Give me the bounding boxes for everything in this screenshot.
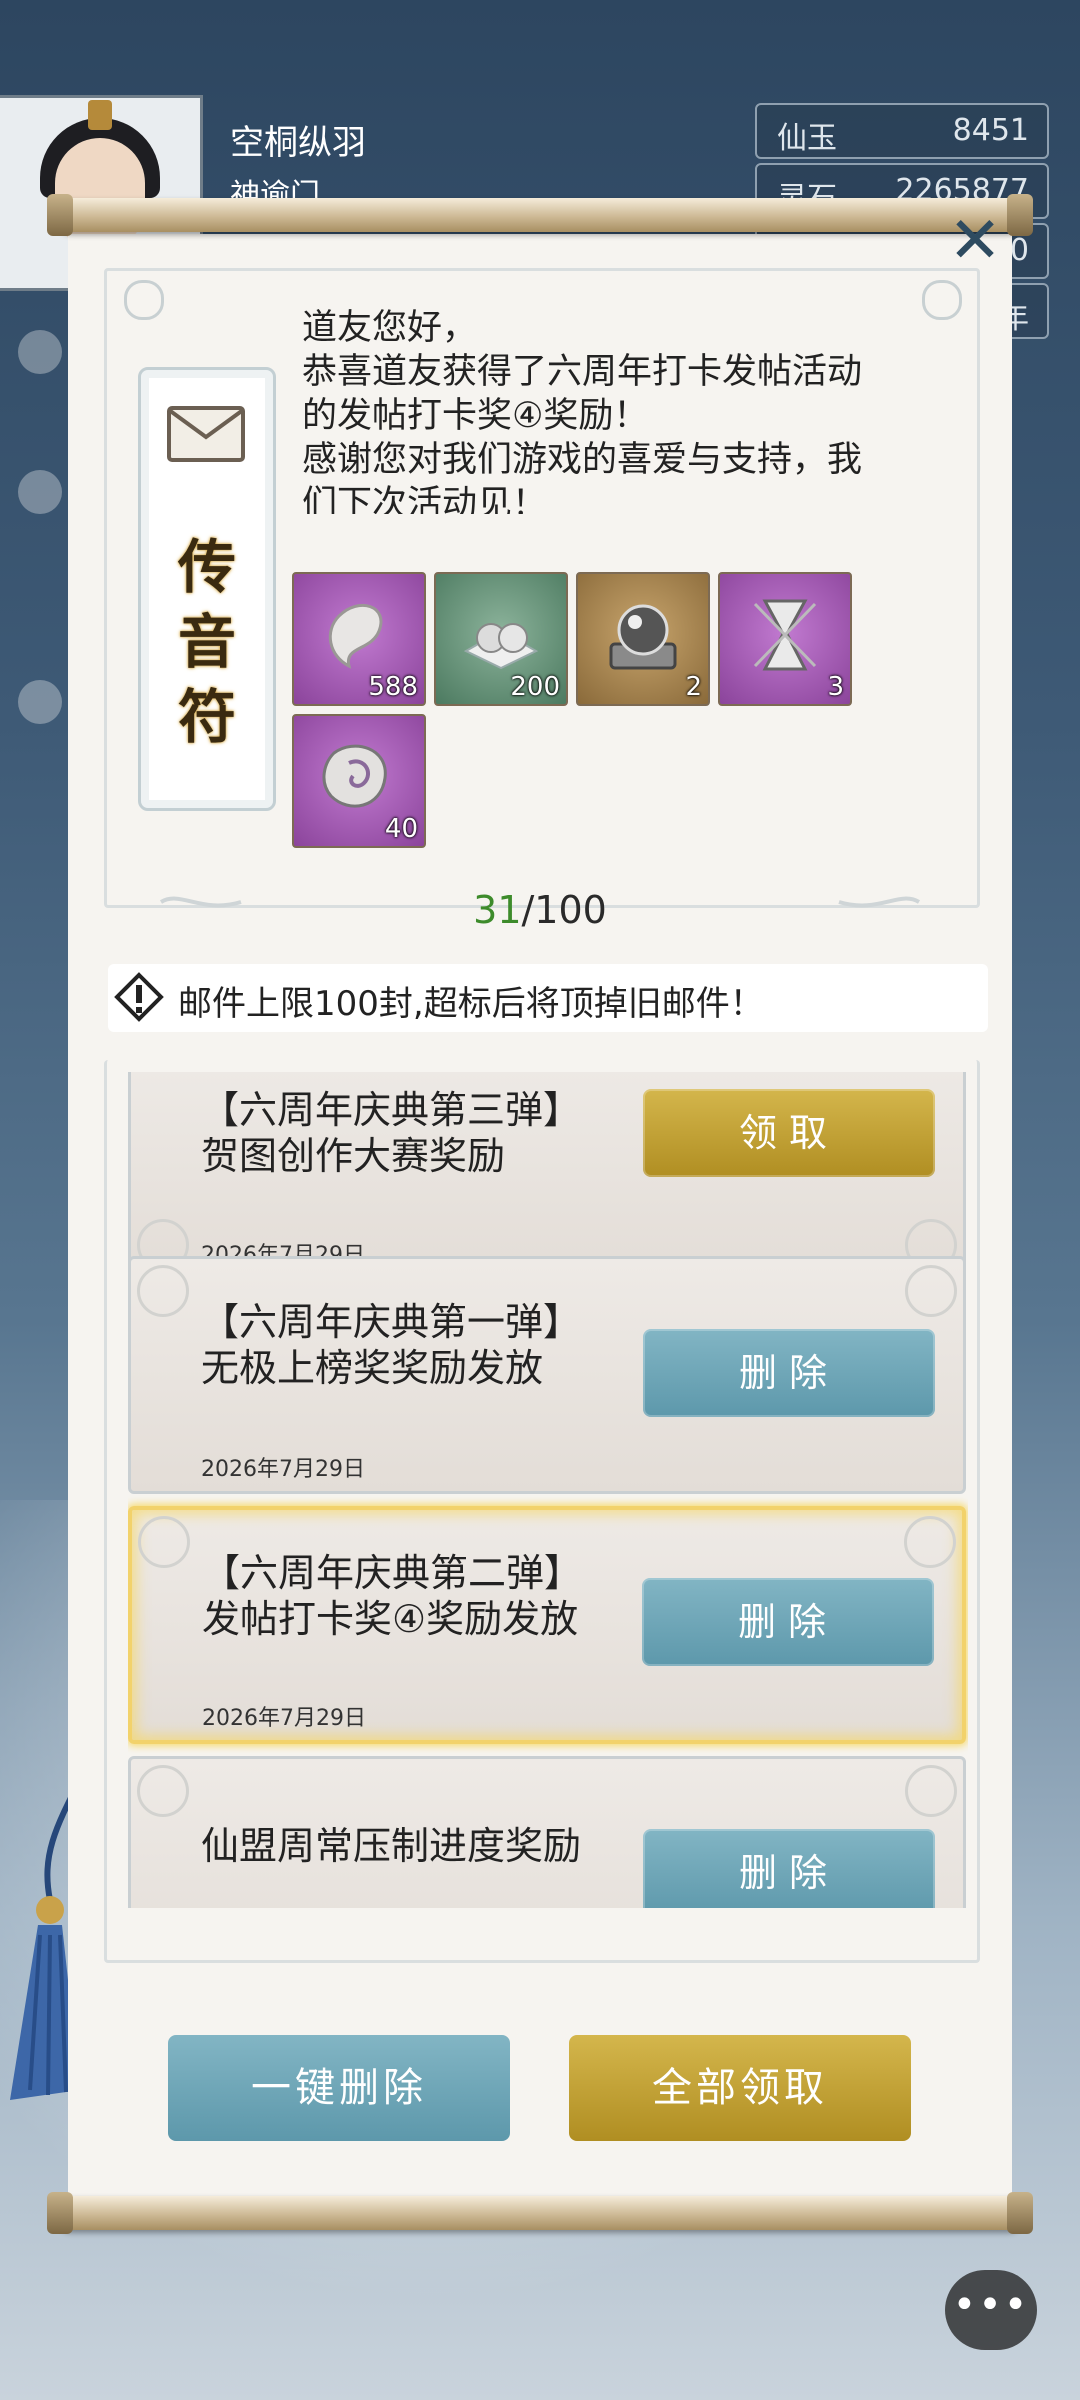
mail-message-body[interactable]: 道友您好， 恭喜道友获得了六周年打卡发帖活动 的发帖打卡奖④奖励！ 感谢您对我们… bbox=[302, 306, 942, 514]
jade-dragon-icon bbox=[328, 603, 383, 669]
player-name: 空桐纵羽 bbox=[230, 123, 366, 163]
envelope-icon bbox=[167, 406, 245, 462]
item-count: 588 bbox=[368, 672, 418, 702]
item-count: 40 bbox=[384, 814, 418, 844]
message-line: 道友您好， bbox=[302, 308, 478, 348]
side-menu-icon[interactable] bbox=[18, 470, 62, 514]
close-button[interactable]: ✕ bbox=[942, 208, 1008, 274]
warning-text: 邮件上限100封,超标后将顶掉旧邮件！ bbox=[178, 984, 764, 1024]
badge-char: 符 bbox=[177, 683, 236, 751]
resource-label: 仙玉 bbox=[777, 121, 837, 156]
message-line: 的发帖打卡奖④奖励！ bbox=[302, 396, 649, 436]
item-count: 2 bbox=[685, 672, 702, 702]
message-line: 感谢您对我们游戏的喜爱与支持，我 bbox=[302, 440, 863, 480]
hourglass-icon bbox=[753, 599, 817, 671]
item-count: 3 bbox=[827, 672, 844, 702]
message-line: 恭喜道友获得了六周年打卡发帖活动 bbox=[302, 352, 863, 392]
reward-item[interactable]: 3 bbox=[718, 572, 852, 706]
scroll-bottom-rod bbox=[47, 2192, 1033, 2234]
delete-all-button[interactable]: 一键删除 bbox=[168, 2035, 510, 2141]
pill-bundle-icon bbox=[463, 623, 539, 670]
reward-item[interactable]: 588 bbox=[292, 572, 426, 706]
mail-limit-warning: 邮件上限100封,超标后将顶掉旧邮件！ bbox=[108, 964, 988, 1032]
scroll-top-rod bbox=[47, 194, 1033, 236]
mail-list-frame bbox=[104, 1060, 980, 1963]
resource-value: 8451 bbox=[952, 113, 1029, 148]
reward-item[interactable]: 40 bbox=[292, 714, 426, 848]
side-menu-icon[interactable] bbox=[18, 330, 62, 374]
reward-item[interactable]: 2 bbox=[576, 572, 710, 706]
resource-jade[interactable]: 仙玉 8451 bbox=[755, 103, 1049, 159]
frame-corner-ornament bbox=[124, 280, 164, 320]
message-type-badge: 传 音 符 bbox=[138, 367, 276, 811]
crystal-orb-icon bbox=[609, 604, 677, 670]
mail-counter: 31/100 bbox=[0, 888, 1080, 932]
jade-token-icon bbox=[322, 744, 387, 808]
badge-char: 音 bbox=[177, 608, 236, 676]
side-menu-icon[interactable] bbox=[18, 680, 62, 724]
reward-item[interactable]: 200 bbox=[434, 572, 568, 706]
message-line: 们下次活动见！ bbox=[302, 484, 548, 514]
mail-count-max: /100 bbox=[521, 888, 607, 932]
item-count: 200 bbox=[510, 672, 560, 702]
warning-icon bbox=[114, 972, 164, 1022]
badge-char: 传 bbox=[177, 533, 236, 601]
chat-bubble-button[interactable]: ••• bbox=[945, 2270, 1037, 2350]
mail-count-current: 31 bbox=[473, 888, 522, 932]
claim-all-button[interactable]: 全部领取 bbox=[569, 2035, 911, 2141]
